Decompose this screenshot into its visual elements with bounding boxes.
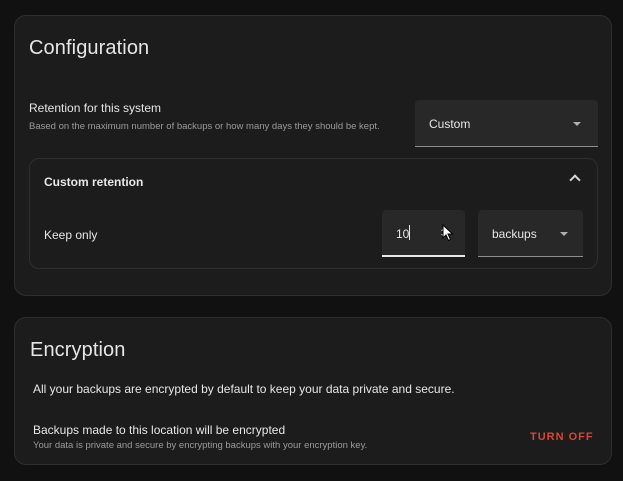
caret-down-icon	[573, 122, 581, 126]
configuration-card: Configuration Retention for this system …	[14, 15, 612, 296]
custom-retention-panel: Custom retention Keep only 10 backups	[29, 158, 598, 269]
keep-count-value: 10	[396, 227, 410, 241]
custom-retention-title[interactable]: Custom retention	[44, 175, 143, 189]
encryption-card: Encryption All your backups are encrypte…	[14, 317, 612, 465]
encryption-location-description: Your data is private and secure by encry…	[33, 440, 368, 451]
unit-select-value: backups	[492, 227, 537, 241]
turn-off-button[interactable]: TURN OFF	[524, 429, 600, 445]
retention-label: Retention for this system	[29, 101, 162, 115]
encryption-note: All your backups are encrypted by defaul…	[33, 382, 455, 396]
configuration-title: Configuration	[29, 37, 150, 59]
keep-count-input[interactable]: 10	[382, 210, 465, 257]
caret-down-icon	[560, 232, 568, 236]
encryption-title: Encryption	[30, 339, 126, 361]
retention-description: Based on the maximum number of backups o…	[29, 121, 380, 132]
encryption-location-label: Backups made to this location will be en…	[33, 423, 286, 437]
text-cursor	[409, 225, 410, 240]
retention-select[interactable]: Custom	[415, 100, 598, 147]
unit-select[interactable]: backups	[478, 210, 583, 257]
mouse-pointer-icon	[442, 224, 454, 242]
chevron-up-icon[interactable]	[569, 174, 581, 186]
keep-only-label: Keep only	[44, 228, 98, 242]
retention-select-value: Custom	[429, 117, 471, 131]
